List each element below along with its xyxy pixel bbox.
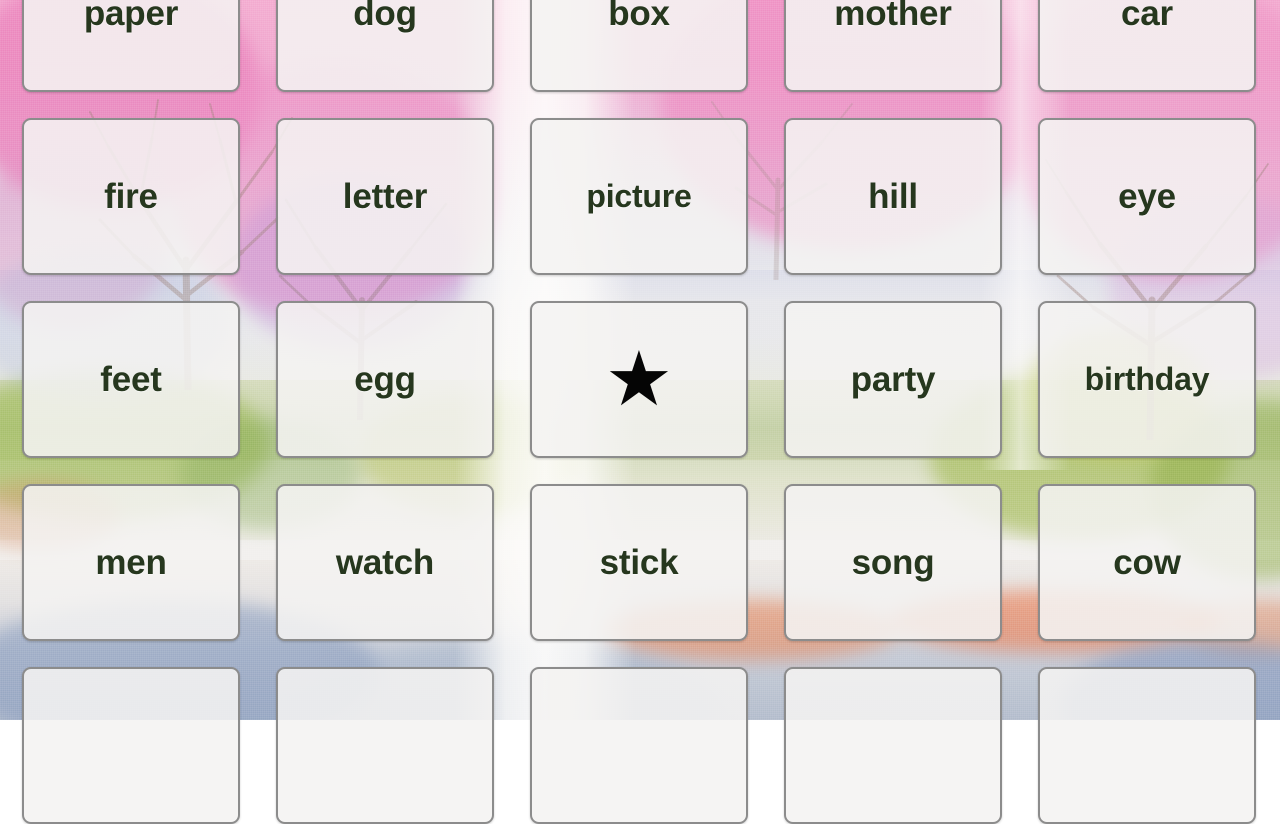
bingo-cell[interactable]: cow	[1038, 484, 1256, 641]
bingo-cell-label: watch	[335, 542, 435, 582]
bingo-cell[interactable]: feet	[22, 301, 240, 458]
bingo-cell[interactable]	[1038, 667, 1256, 824]
bingo-cell[interactable]: song	[784, 484, 1002, 641]
bingo-cell-label: picture	[586, 178, 692, 214]
bingo-cell-label: letter	[342, 176, 428, 216]
bingo-cell-label: box	[608, 0, 670, 33]
bingo-cell-label: eye	[1118, 176, 1176, 216]
bingo-cell[interactable]: box	[530, 0, 748, 92]
bingo-cell[interactable]: hill	[784, 118, 1002, 275]
bingo-cell[interactable]	[276, 667, 494, 824]
bingo-cell[interactable]: dog	[276, 0, 494, 92]
bingo-cell[interactable]: picture	[530, 118, 748, 275]
bingo-cell[interactable]: letter	[276, 118, 494, 275]
bingo-cell[interactable]: fire	[22, 118, 240, 275]
bingo-cell[interactable]: eye	[1038, 118, 1256, 275]
bingo-cell-label: paper	[83, 0, 179, 33]
bingo-cell[interactable]: birthday	[1038, 301, 1256, 458]
bingo-cell[interactable]: party	[784, 301, 1002, 458]
bingo-cell-label: feet	[100, 359, 162, 399]
bingo-cell-label: birthday	[1084, 361, 1210, 397]
bingo-cell[interactable]	[22, 667, 240, 824]
bingo-grid: paper dog box mother car fire letter picture hil…	[22, 0, 1280, 824]
star-icon: ★	[604, 336, 674, 422]
bingo-cell-label: men	[95, 542, 167, 582]
bingo-cell[interactable]: egg	[276, 301, 494, 458]
bingo-cell-label: fire	[104, 176, 158, 216]
bingo-cell[interactable]: stick	[530, 484, 748, 641]
bingo-cell[interactable]: men	[22, 484, 240, 641]
bingo-cell-label: hill	[868, 176, 918, 216]
bingo-cell[interactable]	[784, 667, 1002, 824]
bingo-cell[interactable]: paper	[22, 0, 240, 92]
bingo-cell-label: car	[1121, 0, 1173, 33]
bingo-cell-label: cow	[1113, 542, 1181, 582]
bingo-cell-label: dog	[353, 0, 417, 33]
bingo-cell-label: egg	[354, 359, 416, 399]
bingo-cell-label: mother	[834, 0, 952, 33]
bingo-cell-label: song	[851, 542, 935, 582]
bingo-cell-label: party	[850, 359, 936, 399]
bingo-cell-free-space[interactable]: ★	[530, 301, 748, 458]
bingo-cell[interactable]: car	[1038, 0, 1256, 92]
bingo-cell-label: stick	[599, 542, 679, 582]
bingo-cell[interactable]: watch	[276, 484, 494, 641]
bingo-cell[interactable]: mother	[784, 0, 1002, 92]
bingo-cell[interactable]	[530, 667, 748, 824]
